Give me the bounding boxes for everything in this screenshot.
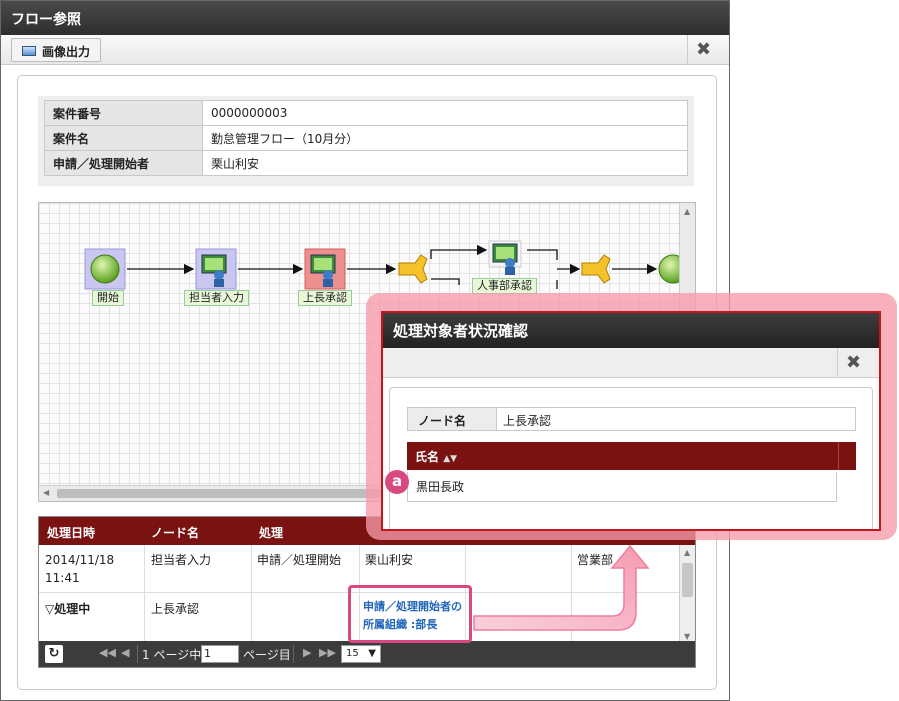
page-prefix: 1 ページ中 <box>142 648 202 662</box>
grid-scroll-thumb[interactable] <box>682 563 693 597</box>
split-gateway-node[interactable] <box>398 254 428 284</box>
name-column-header[interactable]: 氏名 ▲▼ <box>407 442 856 470</box>
close-icon[interactable]: ✖ <box>837 348 869 378</box>
next-page-icon[interactable]: ▶ <box>303 646 311 659</box>
first-page-icon[interactable]: ◀◀ <box>99 646 116 659</box>
node-label-hr-approval: 人事部承認 <box>472 278 537 294</box>
toolbar: 画像出力 ✖ <box>1 35 729 65</box>
export-image-label: 画像出力 <box>42 45 91 59</box>
pager: ↻ ◀◀ ◀ 1 ページ中 1 ページ目 ▶ ▶▶ 15 ▼ <box>39 641 695 667</box>
dialog-toolbar: ✖ <box>383 348 879 378</box>
node-label-staff-input: 担当者入力 <box>184 290 249 306</box>
manager-approval-node[interactable] <box>304 248 346 290</box>
staff-input-node[interactable] <box>195 248 237 290</box>
scroll-up-icon[interactable]: ▲ <box>684 207 690 216</box>
dialog-title: 処理対象者状況確認 <box>383 313 879 348</box>
cell-user: 栗山利安 <box>365 553 414 567</box>
scroll-up-icon[interactable]: ▲ <box>684 548 690 557</box>
chevron-down-icon: ▼ <box>368 648 376 659</box>
cell-node: 上長承認 <box>151 602 200 616</box>
page-size-value: 15 <box>346 648 359 659</box>
cell-node: 担当者入力 <box>151 553 212 567</box>
info-key: 案件名 <box>44 125 203 151</box>
callout-text[interactable]: 申請／処理開始者の所属組織 :部長 <box>363 598 463 634</box>
scroll-down-icon[interactable]: ▼ <box>684 632 690 641</box>
hr-approval-node[interactable] <box>488 240 522 275</box>
page-size-select[interactable]: 15 ▼ <box>341 645 381 663</box>
prev-page-icon[interactable]: ◀ <box>121 646 129 659</box>
close-icon[interactable]: ✖ <box>687 35 719 65</box>
grid-vertical-scrollbar[interactable]: ▲ ▼ <box>679 545 695 643</box>
cell-dept: 営業部 <box>577 553 614 567</box>
sort-icon[interactable]: ▲▼ <box>443 454 457 464</box>
node-label-start: 開始 <box>92 290 124 306</box>
scroll-left-icon[interactable]: ◀ <box>43 488 49 497</box>
header-datetime[interactable]: 処理日時 <box>47 524 95 541</box>
page-suffix: ページ目 <box>243 648 291 662</box>
info-value: 0000000003 <box>202 100 688 126</box>
export-image-button[interactable]: 画像出力 <box>11 38 102 62</box>
info-row-case-name: 案件名 勤怠管理フロー（10月分） <box>44 125 688 151</box>
last-page-icon[interactable]: ▶▶ <box>319 646 336 659</box>
annotation-badge: a <box>385 470 409 494</box>
horizontal-scroll-thumb[interactable] <box>57 489 387 498</box>
page-number-input[interactable]: 1 <box>201 645 239 663</box>
info-row-applicant: 申請／処理開始者 栗山利安 <box>44 150 688 176</box>
name-header-label: 氏名 <box>415 450 440 464</box>
node-label-manager-approval: 上長承認 <box>298 290 352 306</box>
header-node-name[interactable]: ノード名 <box>151 524 199 541</box>
header-action[interactable]: 処理 <box>259 524 283 541</box>
person-name: 黒田長政 <box>416 480 465 494</box>
cell-status: ▽処理中 <box>45 602 91 616</box>
case-info: 案件番号 0000000003 案件名 勤怠管理フロー（10月分） 申請／処理開… <box>38 96 694 186</box>
start-node[interactable] <box>84 248 126 290</box>
join-gateway-node[interactable] <box>581 254 611 284</box>
cell-action: 申請／処理開始 <box>257 553 342 567</box>
image-icon <box>22 46 36 56</box>
info-value: 栗山利安 <box>202 150 688 176</box>
refresh-icon[interactable]: ↻ <box>45 645 63 663</box>
list-item[interactable]: 黒田長政 <box>407 472 837 502</box>
info-row-case-number: 案件番号 0000000003 <box>44 100 688 126</box>
cell-datetime: 2014/11/18 11:41 <box>45 553 115 585</box>
node-name-key: ノード名 <box>407 407 497 431</box>
info-key: 申請／処理開始者 <box>44 150 203 176</box>
info-value: 勤怠管理フロー（10月分） <box>202 125 688 151</box>
window-title: フロー参照 <box>1 1 729 35</box>
info-key: 案件番号 <box>44 100 203 126</box>
node-name-value: 上長承認 <box>496 407 856 431</box>
